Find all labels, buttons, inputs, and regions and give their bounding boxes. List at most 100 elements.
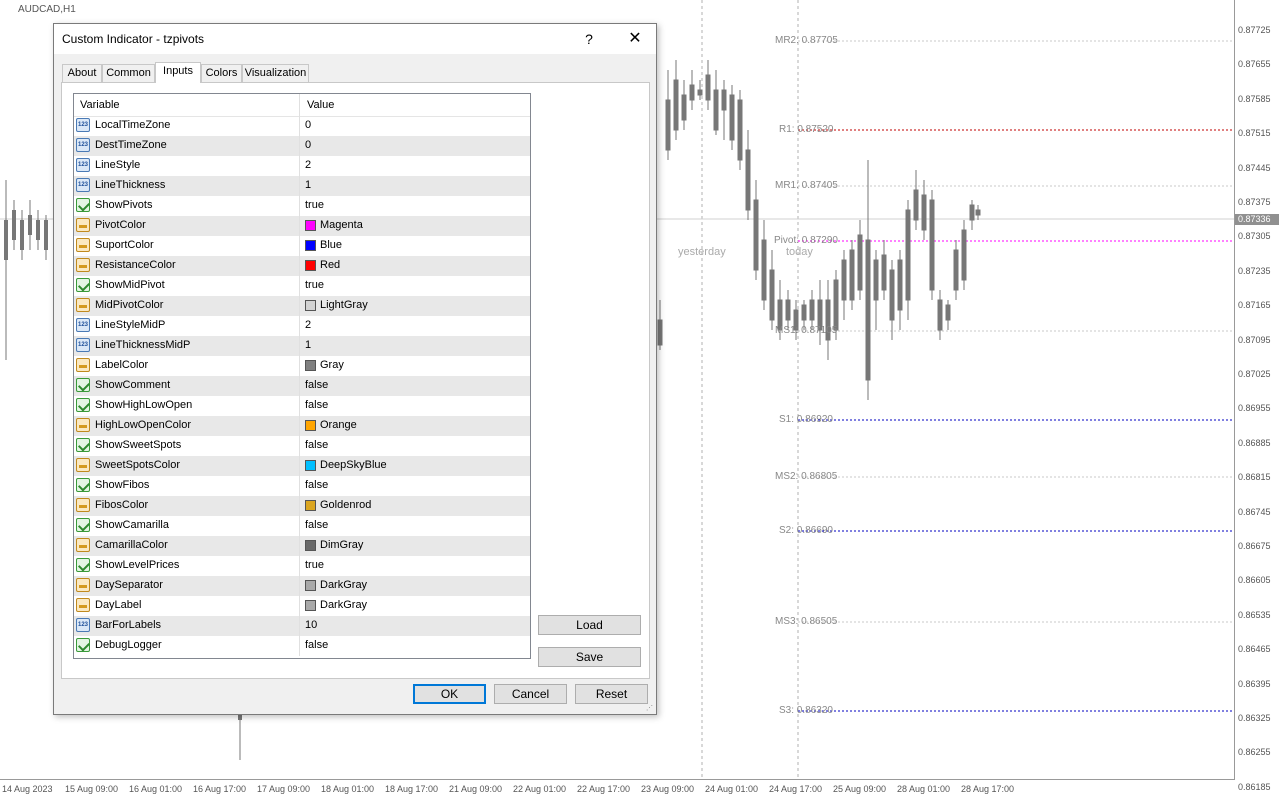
value-cell[interactable]: LightGray — [301, 296, 530, 316]
input-value[interactable]: LightGray — [320, 299, 368, 311]
input-row[interactable]: MidPivotColor LightGray — [74, 296, 530, 316]
load-button[interactable]: Load — [538, 615, 641, 635]
input-value[interactable]: DimGray — [320, 539, 363, 551]
input-value[interactable]: 10 — [305, 619, 317, 631]
input-value[interactable]: false — [305, 519, 328, 531]
input-row[interactable]: HighLowOpenColor Orange — [74, 416, 530, 436]
input-value[interactable]: DarkGray — [320, 579, 367, 591]
close-button[interactable]: ✕ — [620, 24, 650, 54]
input-value[interactable]: false — [305, 639, 328, 651]
input-row[interactable]: ShowSweetSpots false — [74, 436, 530, 456]
value-cell[interactable]: DarkGray — [301, 576, 530, 596]
cancel-button[interactable]: Cancel — [494, 684, 567, 704]
input-row[interactable]: DayLabel DarkGray — [74, 596, 530, 616]
input-value[interactable]: true — [305, 559, 324, 571]
input-value[interactable]: false — [305, 479, 328, 491]
input-row[interactable]: DaySeparator DarkGray — [74, 576, 530, 596]
resize-grip-icon[interactable]: ⋰ — [646, 704, 654, 712]
value-cell[interactable]: 0 — [301, 116, 530, 136]
input-value[interactable]: false — [305, 439, 328, 451]
value-cell[interactable]: 10 — [301, 616, 530, 636]
input-row[interactable]: ShowCamarilla false — [74, 516, 530, 536]
value-cell[interactable]: true — [301, 556, 530, 576]
input-value[interactable]: Blue — [320, 239, 342, 251]
input-row[interactable]: ShowComment false — [74, 376, 530, 396]
value-cell[interactable]: 0 — [301, 136, 530, 156]
save-button[interactable]: Save — [538, 647, 641, 667]
reset-button[interactable]: Reset — [575, 684, 648, 704]
value-cell[interactable]: true — [301, 196, 530, 216]
input-row[interactable]: DebugLogger false — [74, 636, 530, 656]
dialog-titlebar[interactable]: Custom Indicator - tzpivots ? ✕ — [54, 24, 656, 54]
input-row[interactable]: BarForLabels 10 — [74, 616, 530, 636]
input-value[interactable]: true — [305, 199, 324, 211]
input-value[interactable]: 0 — [305, 139, 311, 151]
input-row[interactable]: ShowHighLowOpen false — [74, 396, 530, 416]
input-value[interactable]: Orange — [320, 419, 357, 431]
input-value[interactable]: false — [305, 399, 328, 411]
value-cell[interactable]: false — [301, 436, 530, 456]
input-row[interactable]: FibosColor Goldenrod — [74, 496, 530, 516]
value-cell[interactable]: Blue — [301, 236, 530, 256]
input-value[interactable]: 1 — [305, 339, 311, 351]
value-cell[interactable]: 2 — [301, 316, 530, 336]
input-row[interactable]: LabelColor Gray — [74, 356, 530, 376]
variable-name: ShowMidPivot — [95, 279, 165, 291]
value-cell[interactable]: 2 — [301, 156, 530, 176]
input-row[interactable]: LineStyle 2 — [74, 156, 530, 176]
input-row[interactable]: LineThickness 1 — [74, 176, 530, 196]
input-row[interactable]: ShowPivots true — [74, 196, 530, 216]
input-value[interactable]: DeepSkyBlue — [320, 459, 387, 471]
value-cell[interactable]: DarkGray — [301, 596, 530, 616]
input-row[interactable]: DestTimeZone 0 — [74, 136, 530, 156]
input-value[interactable]: 1 — [305, 179, 311, 191]
help-button[interactable]: ? — [574, 24, 604, 54]
input-row[interactable]: CamarillaColor DimGray — [74, 536, 530, 556]
value-cell[interactable]: Goldenrod — [301, 496, 530, 516]
input-value[interactable]: Red — [320, 259, 340, 271]
tab-about[interactable]: About — [62, 64, 102, 82]
tab-visualization[interactable]: Visualization — [242, 64, 309, 82]
value-cell[interactable]: false — [301, 376, 530, 396]
input-row[interactable]: ShowFibos false — [74, 476, 530, 496]
value-cell[interactable]: Magenta — [301, 216, 530, 236]
input-value[interactable]: 2 — [305, 159, 311, 171]
value-cell[interactable]: false — [301, 396, 530, 416]
input-row[interactable]: SweetSpotsColor DeepSkyBlue — [74, 456, 530, 476]
input-row[interactable]: LineStyleMidP 2 — [74, 316, 530, 336]
input-row[interactable]: SuportColor Blue — [74, 236, 530, 256]
candle-body — [673, 79, 679, 131]
input-value[interactable]: true — [305, 279, 324, 291]
value-cell[interactable]: Red — [301, 256, 530, 276]
value-cell[interactable]: 1 — [301, 336, 530, 356]
input-row[interactable]: ResistanceColor Red — [74, 256, 530, 276]
input-value[interactable]: Goldenrod — [320, 499, 371, 511]
value-cell[interactable]: true — [301, 276, 530, 296]
value-cell[interactable]: false — [301, 516, 530, 536]
tab-common[interactable]: Common — [102, 64, 155, 82]
column-variable[interactable]: Variable — [74, 94, 300, 116]
input-value[interactable]: Magenta — [320, 219, 363, 231]
tab-inputs[interactable]: Inputs — [155, 62, 201, 83]
variable-name: ShowComment — [95, 379, 171, 391]
value-cell[interactable]: false — [301, 636, 530, 656]
input-value[interactable]: false — [305, 379, 328, 391]
input-value[interactable]: 0 — [305, 119, 311, 131]
value-cell[interactable]: Orange — [301, 416, 530, 436]
input-value[interactable]: Gray — [320, 359, 344, 371]
input-row[interactable]: PivotColor Magenta — [74, 216, 530, 236]
ok-button[interactable]: OK — [413, 684, 486, 704]
input-row[interactable]: LocalTimeZone 0 — [74, 116, 530, 136]
value-cell[interactable]: 1 — [301, 176, 530, 196]
column-value[interactable]: Value — [301, 94, 530, 116]
input-row[interactable]: ShowMidPivot true — [74, 276, 530, 296]
value-cell[interactable]: DeepSkyBlue — [301, 456, 530, 476]
input-value[interactable]: DarkGray — [320, 599, 367, 611]
tab-colors[interactable]: Colors — [201, 64, 242, 82]
input-row[interactable]: LineThicknessMidP 1 — [74, 336, 530, 356]
input-value[interactable]: 2 — [305, 319, 311, 331]
value-cell[interactable]: DimGray — [301, 536, 530, 556]
input-row[interactable]: ShowLevelPrices true — [74, 556, 530, 576]
value-cell[interactable]: Gray — [301, 356, 530, 376]
value-cell[interactable]: false — [301, 476, 530, 496]
